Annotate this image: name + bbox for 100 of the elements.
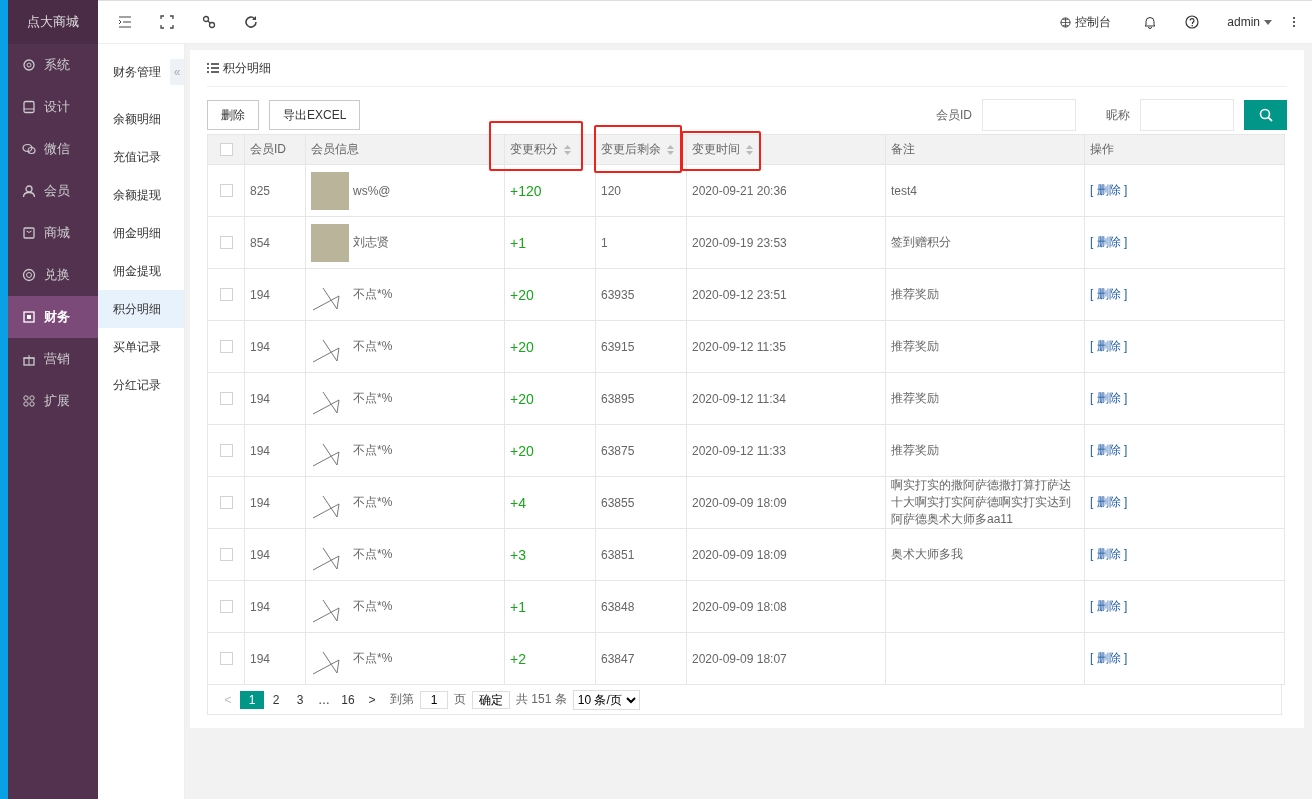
filter-label: 昵称	[1106, 106, 1130, 124]
delete-link[interactable]: [ 删除 ]	[1090, 339, 1128, 353]
member-name: 不点*%	[353, 338, 393, 355]
submenu-item[interactable]: 余额明细	[98, 100, 184, 138]
table-cell: 推荐奖励	[885, 424, 1085, 477]
link-icon[interactable]	[202, 15, 216, 29]
member-name: 不点*%	[353, 286, 393, 303]
delete-link[interactable]: [ 删除 ]	[1090, 391, 1128, 405]
submenu-item[interactable]: 积分明细	[98, 290, 184, 328]
user-menu[interactable]: admin	[1227, 15, 1272, 29]
next-page-button[interactable]: >	[360, 690, 384, 709]
toolbar-button[interactable]: 删除	[207, 100, 259, 130]
caret-icon	[1264, 19, 1272, 25]
table-cell: 啊实打实的撒阿萨德撒打算打萨达十大啊实打实阿萨德啊实打实达到阿萨德奥术大师多aa11	[885, 476, 1085, 529]
bell-icon[interactable]	[1143, 15, 1158, 29]
page-unit: 页	[454, 691, 466, 708]
sort-icon[interactable]	[746, 144, 753, 155]
toolbar-button[interactable]: 导出EXCEL	[269, 100, 361, 130]
table-cell: 854	[244, 216, 306, 269]
nav-item[interactable]: 设计	[8, 86, 98, 128]
menu-icon[interactable]	[118, 15, 132, 29]
filter-field[interactable]	[1140, 99, 1234, 131]
user-icon	[22, 184, 36, 198]
row-checkbox[interactable]	[219, 288, 233, 301]
points-change: +2	[504, 632, 596, 685]
refresh-icon[interactable]	[244, 15, 258, 29]
row-checkbox[interactable]	[219, 548, 233, 561]
search-button[interactable]	[1244, 100, 1287, 130]
page-input[interactable]: 1	[420, 690, 448, 709]
delete-link[interactable]: [ 删除 ]	[1090, 183, 1128, 197]
globe-icon	[1060, 16, 1072, 28]
row-checkbox[interactable]	[219, 184, 233, 197]
row-checkbox[interactable]	[219, 236, 233, 249]
submenu-item[interactable]: 分红记录	[98, 366, 184, 404]
table-cell: 63848	[595, 580, 687, 633]
submenu-item[interactable]: 佣金提现	[98, 252, 184, 290]
table-cell: 1	[595, 216, 687, 269]
submenu-item[interactable]: 余额提现	[98, 176, 184, 214]
points-change: +1	[504, 216, 596, 269]
nav-item[interactable]: 微信	[8, 128, 98, 170]
nav-item[interactable]: 商城	[8, 212, 98, 254]
nav-item[interactable]: 营销	[8, 338, 98, 380]
member-name: 不点*%	[353, 442, 393, 459]
row-checkbox[interactable]	[219, 496, 233, 509]
nav-item[interactable]: 兑换	[8, 254, 98, 296]
page-button[interactable]: 2	[264, 690, 288, 709]
table-cell: 推荐奖励	[885, 268, 1085, 321]
table-cell: 2020-09-19 23:53	[686, 216, 886, 269]
table-cell: 194	[244, 476, 306, 529]
sort-icon[interactable]	[564, 144, 571, 155]
row-checkbox[interactable]	[219, 340, 233, 353]
table-cell: 2020-09-12 23:51	[686, 268, 886, 321]
sort-icon[interactable]	[667, 144, 674, 155]
table-cell: 63935	[595, 268, 687, 321]
nav-item[interactable]: 财务	[8, 296, 98, 338]
row-checkbox[interactable]	[219, 392, 233, 405]
delete-link[interactable]: [ 删除 ]	[1090, 651, 1128, 665]
console-link[interactable]: 控制台	[1060, 13, 1112, 31]
table-cell: 63915	[595, 320, 687, 373]
page-size-select[interactable]: 10 条/页	[572, 689, 640, 710]
select-all-checkbox[interactable]	[219, 143, 233, 156]
fullscreen-icon[interactable]	[160, 15, 174, 29]
more-icon[interactable]	[1292, 16, 1296, 28]
nav-item[interactable]: 扩展	[8, 380, 98, 422]
nav-item[interactable]: 系统	[8, 44, 98, 86]
table-cell: 2020-09-12 11:33	[686, 424, 886, 477]
table-cell: 推荐奖励	[885, 372, 1085, 425]
coin-icon	[22, 268, 36, 282]
row-checkbox[interactable]	[219, 444, 233, 457]
nav-item[interactable]: 会员	[8, 170, 98, 212]
gear-icon	[22, 58, 36, 72]
table-cell: 2020-09-09 18:07	[686, 632, 886, 685]
page-button[interactable]: …	[312, 690, 336, 709]
page-button[interactable]: 1	[240, 690, 264, 709]
table-cell: 推荐奖励	[885, 320, 1085, 373]
help-icon[interactable]	[1185, 15, 1200, 29]
submenu-item[interactable]: 充值记录	[98, 138, 184, 176]
table-cell: test4	[885, 164, 1085, 217]
delete-link[interactable]: [ 删除 ]	[1090, 443, 1128, 457]
filter-label: 会员ID	[936, 106, 972, 124]
submenu-item[interactable]: 买单记录	[98, 328, 184, 366]
table-cell: 63851	[595, 528, 687, 581]
row-checkbox[interactable]	[219, 600, 233, 613]
table-cell: 2020-09-09 18:08	[686, 580, 886, 633]
filter-field[interactable]	[982, 99, 1076, 131]
page-button[interactable]: 16	[336, 690, 360, 709]
confirm-button[interactable]: 确定	[472, 690, 510, 709]
row-checkbox[interactable]	[219, 652, 233, 665]
member-name: ws%@	[353, 183, 391, 198]
column-header[interactable]: 变更时间	[692, 141, 740, 158]
page-button[interactable]: 3	[288, 690, 312, 709]
delete-link[interactable]: [ 删除 ]	[1090, 599, 1128, 613]
delete-link[interactable]: [ 删除 ]	[1090, 287, 1128, 301]
grid-icon	[22, 394, 36, 408]
delete-link[interactable]: [ 删除 ]	[1090, 547, 1128, 561]
chat-icon	[22, 142, 36, 156]
delete-link[interactable]: [ 删除 ]	[1090, 495, 1128, 509]
goto-label: 到第	[390, 691, 414, 708]
delete-link[interactable]: [ 删除 ]	[1090, 235, 1128, 249]
submenu-item[interactable]: 佣金明细	[98, 214, 184, 252]
